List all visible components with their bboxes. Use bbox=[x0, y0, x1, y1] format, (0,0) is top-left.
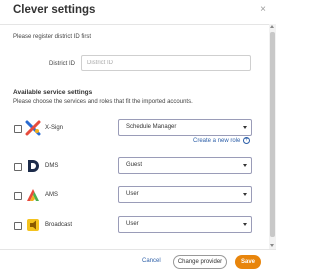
district-id-input[interactable] bbox=[81, 55, 251, 71]
service-name: X-Sign bbox=[45, 125, 64, 131]
scroll-up-icon[interactable] bbox=[270, 25, 274, 28]
service-checkbox[interactable] bbox=[14, 163, 22, 171]
chevron-down-icon bbox=[243, 223, 247, 226]
service-row-dms: DMS Guest bbox=[0, 157, 262, 177]
service-checkbox[interactable] bbox=[14, 125, 22, 133]
role-select-value: Guest bbox=[126, 162, 143, 168]
register-notice: Please register district ID first bbox=[13, 34, 92, 40]
role-select-value: Schedule Manager bbox=[126, 124, 177, 130]
scrollbar[interactable] bbox=[269, 24, 276, 249]
service-row-broadcast: Broadcast User bbox=[0, 216, 262, 236]
xsign-logo-icon bbox=[25, 120, 41, 136]
role-select[interactable]: User bbox=[118, 186, 252, 203]
save-button[interactable]: Save bbox=[235, 255, 261, 269]
role-select[interactable]: User bbox=[118, 216, 252, 233]
service-checkbox[interactable] bbox=[14, 192, 22, 200]
service-name: DMS bbox=[45, 163, 59, 169]
role-select[interactable]: Schedule Manager bbox=[118, 119, 252, 136]
service-name: Broadcast bbox=[45, 222, 73, 228]
create-role-link[interactable]: Create a new role bbox=[193, 138, 240, 144]
dialog-footer: Cancel Change provider Save bbox=[0, 249, 276, 274]
service-row-ams: AMS User bbox=[0, 186, 262, 206]
close-icon[interactable]: × bbox=[260, 4, 266, 15]
dialog-title: Clever settings bbox=[13, 4, 96, 16]
service-checkbox[interactable] bbox=[14, 222, 22, 230]
change-provider-button[interactable]: Change provider bbox=[173, 255, 227, 269]
chevron-down-icon bbox=[243, 164, 247, 167]
cancel-button[interactable]: Cancel bbox=[142, 258, 161, 264]
broadcast-logo-icon bbox=[27, 219, 39, 231]
dms-logo-icon bbox=[28, 160, 39, 172]
district-id-label: District ID bbox=[49, 61, 75, 67]
ams-logo-icon bbox=[27, 189, 39, 201]
plus-circle-icon[interactable]: + bbox=[243, 137, 250, 144]
chevron-down-icon bbox=[243, 193, 247, 196]
section-title: Available service settings bbox=[13, 89, 93, 96]
role-select[interactable]: Guest bbox=[118, 157, 252, 174]
scroll-down-icon[interactable] bbox=[270, 244, 274, 247]
service-row-xsign: X-Sign Schedule Manager bbox=[0, 119, 262, 139]
clever-settings-dialog: Clever settings × Please register distri… bbox=[0, 0, 276, 273]
service-name: AMS bbox=[45, 192, 59, 198]
role-select-value: User bbox=[126, 191, 139, 197]
section-description: Please choose the services and roles tha… bbox=[13, 99, 193, 105]
dialog-header: Clever settings × bbox=[0, 0, 276, 25]
chevron-down-icon bbox=[243, 126, 247, 129]
role-select-value: User bbox=[126, 221, 139, 227]
scrollbar-thumb[interactable] bbox=[270, 32, 275, 237]
